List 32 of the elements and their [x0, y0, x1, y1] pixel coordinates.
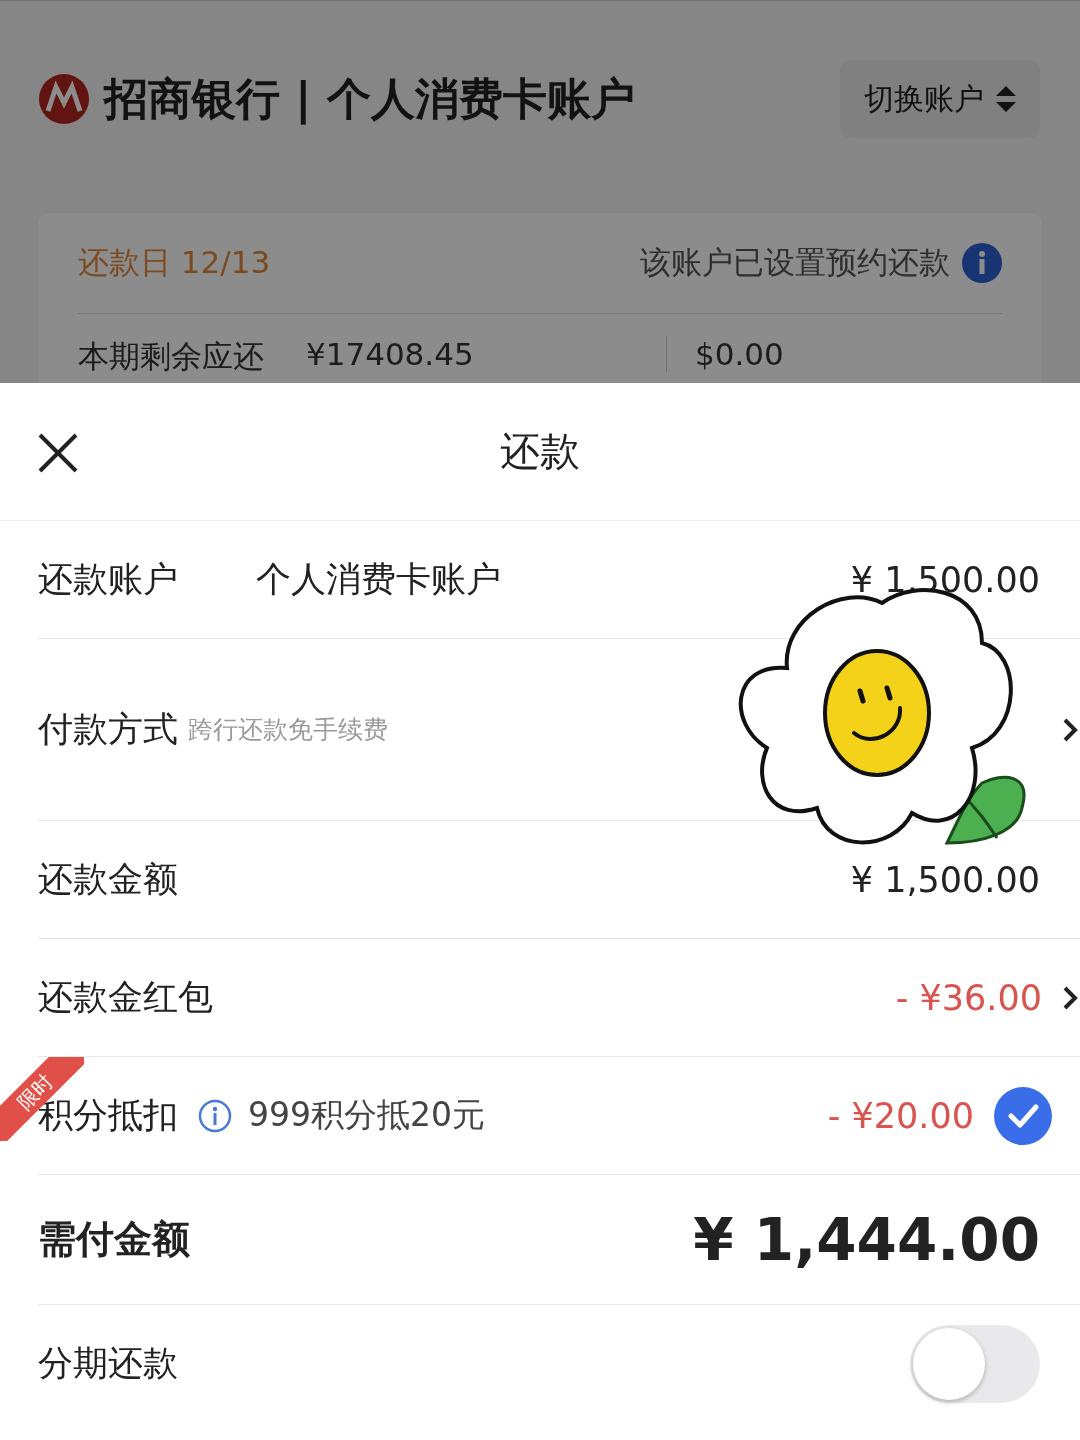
check-icon [1007, 1103, 1039, 1128]
hint-text: 跨行还款免手续费 [188, 714, 388, 746]
info-icon [198, 1098, 232, 1133]
header-title: 招商银行 | 个人消费卡账户 [104, 71, 635, 127]
account-name: 个人消费卡账户 [256, 558, 501, 601]
due-date: 还款日 12/13 [78, 243, 271, 282]
discount-value: - ¥36.00 [895, 977, 1042, 1018]
bank-logo-icon [38, 73, 90, 125]
switch-account-button[interactable]: 切换账户 [840, 60, 1040, 138]
amount-value: ¥ 1,500.00 [850, 859, 1040, 900]
total-amount: ¥ 1,444.00 [693, 1205, 1040, 1274]
close-icon [38, 433, 78, 473]
row-label: 付款方式 [38, 708, 178, 751]
row-label: 还款账户 [38, 558, 178, 601]
chevron-icon [1062, 716, 1078, 743]
row-label: 分期还款 [38, 1342, 178, 1385]
row-label: 还款金额 [38, 858, 178, 901]
usd-amount: $0.00 [666, 336, 784, 372]
discount-value: - ¥20.00 [827, 1095, 974, 1136]
row-label: 需付金额 [38, 1216, 190, 1263]
checkbox[interactable] [994, 1086, 1052, 1145]
hint-text: 999积分抵20元 [248, 1094, 485, 1136]
remaining-label: 本期剩余应还 [78, 337, 264, 376]
info-icon [962, 243, 1002, 283]
sheet-title: 还款 [500, 427, 580, 476]
sort-icon [996, 86, 1016, 112]
row-label: 还款金红包 [38, 976, 213, 1019]
chevron-icon [1062, 984, 1078, 1011]
remaining-amount: ¥17408.45 [306, 336, 475, 372]
amount-value: ¥ 1,500.00 [850, 559, 1040, 600]
autopay-note: 该账户已设置预约还款 [640, 243, 950, 282]
close-button[interactable] [38, 433, 78, 473]
